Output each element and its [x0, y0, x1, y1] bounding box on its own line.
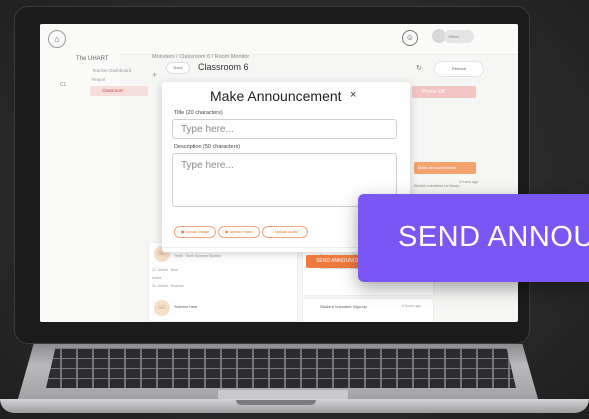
upload-audio-label: Upload Audio — [275, 230, 298, 234]
laptop-notch — [236, 400, 316, 405]
phone-off-button[interactable]: Phone Off — [412, 86, 476, 98]
home-icon[interactable]: ⌂ — [48, 30, 66, 48]
sidebar-item-report[interactable]: Report — [92, 77, 106, 82]
modal-title: Make Announcement — [210, 88, 342, 104]
sidebar-item-classroom[interactable]: Classroom — [90, 86, 148, 96]
toggle-label: Offline — [448, 34, 460, 39]
top-bar: ⌂ ☺ Offline — [40, 24, 518, 55]
upload-audio-button[interactable]: ♪ Upload Audio — [262, 226, 308, 238]
preview-text: Student volunteers for library... — [414, 184, 462, 188]
class-card-2-title: Science here — [174, 304, 198, 309]
make-announcement-button[interactable]: Make Announcement — [414, 162, 476, 174]
class-row-3: 32 Joined · Science — [152, 284, 184, 288]
class-card-subtitle: Tenth · Sixth Science Studies — [174, 254, 221, 258]
title-input[interactable]: Type here... — [172, 119, 397, 139]
send-announcement-button[interactable]: SEND ANNOUNCEMENT — [358, 194, 589, 282]
announcement-item-2-title: Student Volunteer Sign-up — [320, 304, 367, 309]
image-icon: ▣ — [180, 230, 185, 234]
upload-image-button[interactable]: ▣ Upload Image — [174, 226, 216, 238]
keyboard-rows — [46, 348, 516, 388]
user-icon[interactable]: ☺ — [402, 30, 418, 46]
laptop-base — [0, 344, 589, 419]
plus-icon[interactable]: + — [152, 70, 157, 80]
upload-video-button[interactable]: ▶ Upload Video — [218, 226, 260, 238]
laptop-lid: ⌂ ☺ Offline The UHART Teacher Dashboard … — [14, 6, 530, 344]
upload-image-label: Upload Image — [185, 230, 210, 234]
close-icon[interactable]: × — [350, 89, 356, 101]
title-field-label: Title (20 characters) — [174, 110, 223, 116]
refresh-button[interactable]: Refresh — [434, 61, 484, 77]
audio-icon: ♪ — [272, 230, 275, 234]
reload-icon[interactable]: ↻ — [416, 64, 422, 72]
class-row-1: 21 Joined · Now — [152, 268, 178, 272]
page-title: Classroom 6 — [198, 62, 249, 72]
description-field-label: Description (50 characters) — [174, 144, 241, 150]
send-announcement-label: SEND ANNOUNCEMENT — [398, 221, 589, 253]
breadcrumb[interactable]: Monsters / Classroom 6 / Room Monitor — [152, 54, 249, 60]
trackpad — [218, 390, 348, 399]
back-button[interactable]: Back — [166, 62, 190, 74]
class-row-2: Notes — [152, 276, 162, 280]
sidebar-pill: CL — [60, 82, 67, 88]
class-badge-2: GC — [154, 300, 170, 316]
class-card[interactable] — [148, 242, 298, 322]
upload-video-label: Upload Video — [229, 230, 253, 234]
sidebar-item-dashboard[interactable]: Teacher Dashboard — [92, 68, 131, 73]
status-toggle[interactable]: Offline — [444, 30, 474, 43]
announcement-item-2-time: 6 hours ago — [402, 304, 421, 308]
video-icon: ▶ — [225, 230, 229, 234]
sidebar-title: The UHART — [76, 56, 109, 62]
announcement-item-2[interactable] — [302, 298, 434, 322]
